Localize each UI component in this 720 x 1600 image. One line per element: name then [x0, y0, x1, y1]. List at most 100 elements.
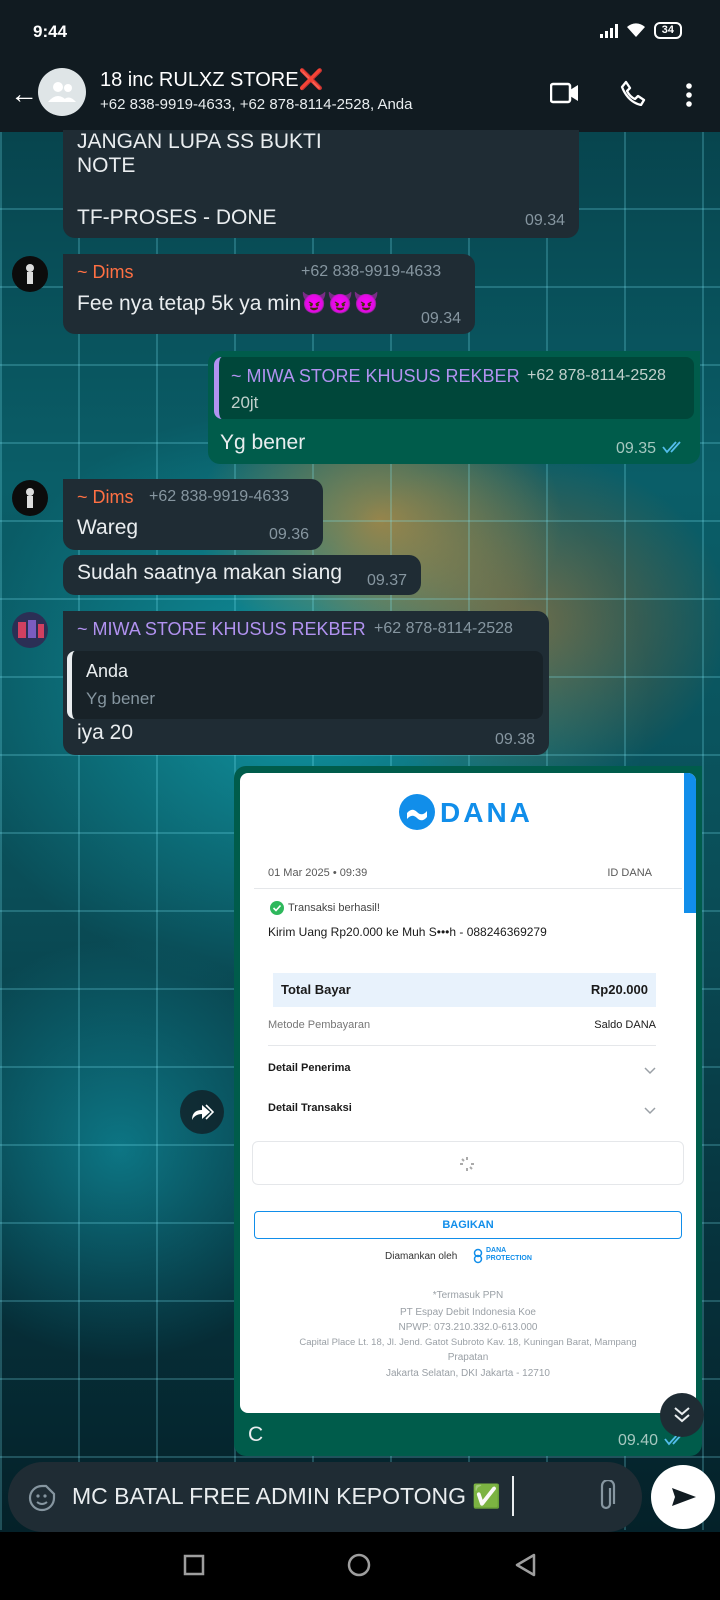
message-text-line: NOTE	[77, 154, 136, 177]
ppn-note: *Termasuk PPN	[432, 1290, 504, 1301]
avatar-figure-icon	[26, 488, 34, 508]
message-time: 09.35	[615, 440, 656, 457]
receipt-accent-bar	[684, 773, 696, 913]
message-bubble[interactable]: ~ Dims +62 838-9919-4633 Wareg 09.36	[63, 479, 323, 550]
receipt-description: Kirim Uang Rp20.000 ke Muh S•••h - 08824…	[268, 925, 547, 939]
loading-card	[252, 1141, 684, 1185]
detail-transaksi[interactable]: Detail Transaksi	[268, 1102, 352, 1114]
message-time: 09.34	[420, 310, 461, 327]
secured-by-label: Diamankan oleh	[385, 1251, 458, 1262]
message-time: 09.40	[617, 1432, 658, 1449]
group-icon	[48, 82, 76, 102]
message-bubble-outgoing[interactable]: ~ MIWA STORE KHUSUS REKBER +62 878-8114-…	[208, 351, 700, 464]
status-time: 9:44	[33, 22, 68, 41]
wifi-icon	[626, 23, 645, 37]
back-arrow-icon[interactable]: ←	[10, 80, 38, 108]
quoted-message[interactable]: Anda Yg bener	[67, 651, 543, 719]
dana-logo: DANA	[398, 793, 538, 833]
send-button[interactable]	[651, 1465, 715, 1529]
battery-indicator: 34	[653, 22, 682, 39]
receipt-divider	[254, 888, 682, 889]
chevron-down-icon[interactable]	[644, 1107, 656, 1115]
quoted-sender: ~ MIWA STORE KHUSUS REKBER	[231, 366, 520, 386]
loading-spinner-icon	[460, 1157, 474, 1171]
sender-name[interactable]: ~ Dims	[77, 262, 134, 283]
receipt-status: Transaksi berhasil!	[288, 902, 380, 914]
sender-avatar-dims[interactable]	[12, 256, 48, 292]
message-time: 09.36	[268, 526, 309, 543]
text-cursor	[512, 1476, 514, 1516]
message-time: 09.34	[524, 212, 565, 229]
avatar-pattern-icon	[18, 620, 44, 638]
chevron-down-icon[interactable]	[644, 1067, 656, 1075]
message-text: iya 20	[77, 721, 134, 744]
sender-name[interactable]: ~ MIWA STORE KHUSUS REKBER	[77, 619, 366, 640]
total-row: Total Bayar Rp20.000	[273, 973, 656, 1007]
address-line-1: Capital Place Lt. 18, Jl. Jend. Gatot Su…	[299, 1337, 637, 1348]
message-text: Sudah saatnya makan siang	[77, 561, 343, 584]
payment-method-label: Metode Pembayaran	[268, 1019, 371, 1031]
read-receipt-icon	[662, 441, 681, 454]
message-input[interactable]: MC BATAL FREE ADMIN KEPOTONG ✅	[72, 1483, 501, 1510]
message-text-line: TF-PROSES - DONE	[77, 206, 277, 229]
address-line-3: Jakarta Selatan, DKI Jakarta - 12710	[386, 1368, 550, 1379]
home-icon[interactable]	[347, 1553, 371, 1577]
sender-avatar-dims[interactable]	[12, 480, 48, 516]
dana-protection-icon	[473, 1248, 483, 1264]
share-button[interactable]: BAGIKAN	[254, 1211, 682, 1239]
double-chevron-down-icon	[674, 1407, 690, 1423]
message-text-line: JANGAN LUPA SS BUKTI	[77, 130, 322, 153]
scroll-to-bottom-button[interactable]	[660, 1393, 704, 1437]
navigation-bar	[0, 1532, 720, 1600]
sender-phone: +62 838-9919-4633	[149, 488, 290, 505]
receipt-id-label: ID DANA	[607, 867, 652, 879]
status-bar: 9:44 34	[0, 0, 720, 60]
dana-logo-icon	[399, 794, 435, 830]
receipt-divider	[268, 1045, 656, 1046]
message-time: 09.37	[366, 572, 407, 589]
message-time: 09.38	[494, 731, 535, 748]
signal-icon	[599, 23, 618, 38]
message-bubble[interactable]: ~ Dims +62 838-9919-4633 Fee nya tetap 5…	[63, 254, 475, 334]
sender-phone: +62 878-8114-2528	[374, 620, 513, 637]
detail-penerima[interactable]: Detail Penerima	[268, 1062, 351, 1074]
payment-method-value: Saldo DANA	[594, 1019, 656, 1031]
sender-name[interactable]: ~ Dims	[77, 487, 134, 508]
quoted-message[interactable]: ~ MIWA STORE KHUSUS REKBER +62 878-8114-…	[214, 357, 694, 419]
back-icon[interactable]	[514, 1553, 536, 1577]
npwp: NPWP: 073.210.332.0-613.000	[398, 1322, 538, 1333]
message-composer[interactable]: MC BATAL FREE ADMIN KEPOTONG ✅	[8, 1462, 642, 1532]
dana-receipt-image[interactable]: DANA 01 Mar 2025 • 09:39 ID DANA Transak…	[240, 773, 696, 1413]
receipt-date: 01 Mar 2025 • 09:39	[268, 867, 368, 879]
status-icons: 34	[599, 22, 682, 39]
forward-button[interactable]	[180, 1090, 224, 1134]
message-bubble[interactable]: ~ MIWA STORE KHUSUS REKBER +62 878-8114-…	[63, 611, 549, 755]
voice-call-icon[interactable]	[620, 80, 646, 106]
chat-title[interactable]: 18 inc RULXZ STORE❌	[100, 67, 324, 92]
protection-line-1: DANA	[486, 1247, 507, 1254]
group-avatar[interactable]	[38, 68, 86, 116]
protection-line-2: PROTECTION	[486, 1255, 532, 1262]
total-value: Rp20.000	[590, 982, 648, 997]
sender-avatar-miwa[interactable]	[12, 612, 48, 648]
forward-icon	[192, 1104, 214, 1120]
dana-logo-text: DANA	[440, 797, 533, 828]
more-options-icon[interactable]	[685, 82, 693, 108]
image-caption: C	[248, 1423, 264, 1446]
sticker-icon[interactable]	[28, 1484, 56, 1512]
message-text: Fee nya tetap 5k ya min😈😈😈	[77, 292, 380, 315]
recents-icon[interactable]	[183, 1554, 205, 1576]
avatar-figure-icon	[26, 264, 34, 284]
quoted-sender: Anda	[86, 661, 129, 681]
company-name: PT Espay Debit Indonesia Koe	[399, 1307, 536, 1318]
quoted-text: 20jt	[231, 393, 259, 412]
send-icon	[672, 1488, 696, 1506]
message-bubble[interactable]: JANGAN LUPA SS BUKTI NOTE TF-PROSES - DO…	[63, 130, 579, 238]
chat-members[interactable]: +62 838-9919-4633, +62 878-8114-2528, An…	[100, 96, 413, 113]
attach-icon[interactable]	[596, 1480, 616, 1512]
total-label: Total Bayar	[281, 982, 351, 997]
video-call-icon[interactable]	[550, 82, 580, 104]
quoted-text: Yg bener	[86, 689, 155, 708]
message-bubble[interactable]: Sudah saatnya makan siang 09.37	[63, 555, 421, 595]
sender-phone: +62 838-9919-4633	[301, 263, 442, 280]
